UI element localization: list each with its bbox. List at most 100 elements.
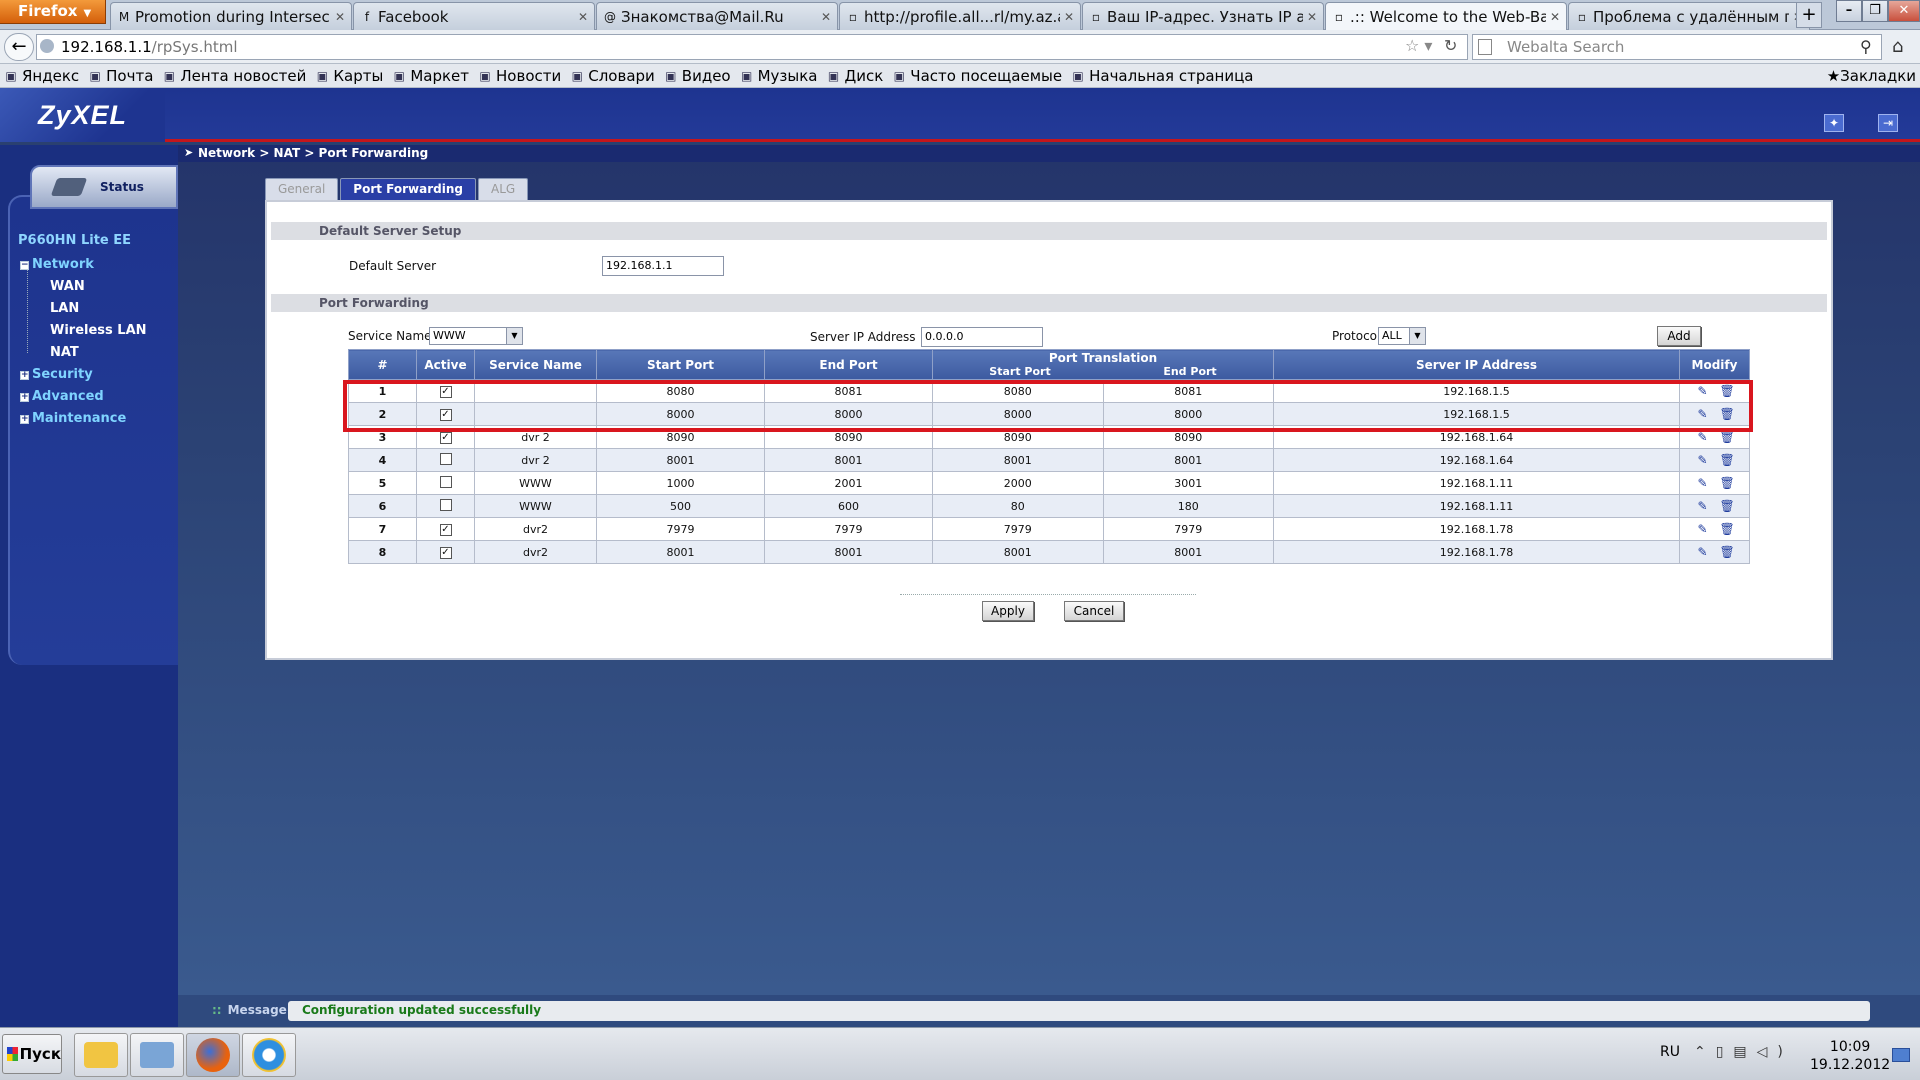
delete-icon[interactable]: 🗑 <box>1720 476 1735 490</box>
edit-icon[interactable]: ✎ <box>1696 476 1710 490</box>
edit-icon[interactable]: ✎ <box>1696 407 1710 421</box>
bookmark-item[interactable]: ▣ Лента новостей <box>162 67 307 85</box>
server-ip-input[interactable]: 0.0.0.0 <box>921 327 1043 347</box>
bookmark-item[interactable]: ▣ Часто посещаемые <box>892 67 1062 85</box>
active-checkbox[interactable]: ✓ <box>439 547 452 559</box>
browser-tab[interactable]: ▫ .:: Welcome to the Web-Base... ✕ <box>1325 2 1567 30</box>
search-input[interactable]: Webalta Search <box>1472 34 1882 60</box>
add-button[interactable]: Add <box>1657 326 1701 346</box>
active-checkbox[interactable]: ✓ <box>439 524 452 536</box>
active-checkbox[interactable]: ✓ <box>439 432 452 444</box>
sidebar-item-wan[interactable]: WAN <box>50 279 85 294</box>
close-tab-icon[interactable]: ✕ <box>335 10 345 24</box>
firefox-glyph <box>196 1038 230 1072</box>
sidebar-item-advanced[interactable]: + Advanced <box>20 389 104 404</box>
tab-port-forwarding[interactable]: Port Forwarding <box>340 178 476 200</box>
tab-general[interactable]: General <box>265 178 339 200</box>
home-icon[interactable]: ⌂ <box>1892 36 1903 57</box>
close-tab-icon[interactable]: ✕ <box>1550 10 1560 24</box>
browser-tab[interactable]: ▫ Ваш IP-адрес. Узнать IP адре... ✕ <box>1082 2 1324 30</box>
ie-icon[interactable] <box>242 1033 296 1077</box>
bookmark-item[interactable]: ▣ Маркет <box>392 67 469 85</box>
browser-tab[interactable]: f Facebook ✕ <box>353 2 595 30</box>
apply-button[interactable]: Apply <box>982 601 1034 621</box>
search-engine-icon[interactable] <box>1478 39 1492 55</box>
minimize-button[interactable]: – <box>1836 0 1862 22</box>
logout-icon[interactable]: ⇥ <box>1878 114 1898 132</box>
bookmark-item[interactable]: ▣ Яндекс <box>4 67 79 85</box>
delete-icon[interactable]: 🗑 <box>1720 499 1735 513</box>
bookmark-item[interactable]: ▣ Словари <box>570 67 655 85</box>
bookmark-item[interactable]: ▣ Карты <box>315 67 384 85</box>
new-tab-button[interactable]: + <box>1796 2 1822 28</box>
sidebar-item-nat[interactable]: NAT <box>50 345 79 360</box>
firefox-icon[interactable] <box>186 1033 240 1077</box>
delete-icon[interactable]: 🗑 <box>1720 522 1735 536</box>
start-button[interactable]: Пуск <box>2 1034 62 1074</box>
service-name-label: Service Name <box>348 329 432 343</box>
close-tab-icon[interactable]: ✕ <box>1064 10 1074 24</box>
close-tab-icon[interactable]: ✕ <box>821 10 831 24</box>
active-checkbox[interactable] <box>439 498 452 511</box>
sidebar-item-security[interactable]: + Security <box>20 367 93 382</box>
sidebar-item-wireless-lan[interactable]: Wireless LAN <box>50 323 147 338</box>
delete-icon[interactable]: 🗑 <box>1720 384 1735 398</box>
bookmark-item[interactable]: ▣ Новости <box>478 67 561 85</box>
address-bar[interactable]: 192.168.1.1/rpSys.html <box>36 34 1468 60</box>
active-checkbox[interactable] <box>439 475 452 488</box>
back-button[interactable]: ← <box>4 33 34 61</box>
edit-icon[interactable]: ✎ <box>1696 453 1710 467</box>
clock[interactable]: 10:09 19.12.2012 <box>1810 1038 1890 1074</box>
browser-tab[interactable]: ▫ http://profile.all...rl/my.az.all.biz/ ✕ <box>839 2 1081 30</box>
delete-icon[interactable]: 🗑 <box>1720 407 1735 421</box>
show-desktop-button[interactable] <box>1892 1048 1910 1062</box>
cancel-button[interactable]: Cancel <box>1064 601 1124 621</box>
tr-start-port-cell: 8080 <box>932 379 1104 403</box>
reload-icon[interactable]: ↻ <box>1444 36 1457 55</box>
bookmark-item[interactable]: ▣ Диск <box>827 67 883 85</box>
default-server-input[interactable]: 192.168.1.1 <box>602 256 724 276</box>
tab-title: Проблема с удалённым подкл... <box>1593 7 1789 26</box>
firefox-menu-button[interactable]: Firefox ▼ <box>0 0 106 24</box>
start-port-cell: 8080 <box>596 379 765 403</box>
browser-tab[interactable]: ▫Проблема с удалённым подкл...✕ <box>1568 2 1810 30</box>
bookmark-item[interactable]: ▣ Почта <box>88 67 153 85</box>
tray-icons[interactable]: ⌃▯▤◁) <box>1694 1044 1793 1060</box>
edit-icon[interactable]: ✎ <box>1696 545 1710 559</box>
protocol-select[interactable]: ALL ▼ <box>1378 327 1426 345</box>
sidebar-item-lan[interactable]: LAN <box>50 301 79 316</box>
close-window-button[interactable]: ✕ <box>1888 0 1920 22</box>
close-tab-icon[interactable]: ✕ <box>578 10 588 24</box>
delete-icon[interactable]: 🗑 <box>1720 430 1735 444</box>
bookmark-star-icon[interactable]: ☆ ▾ <box>1405 36 1432 55</box>
control-panel-icon[interactable] <box>130 1033 184 1077</box>
browser-tab[interactable]: M Promotion during Intersec Du... ✕ <box>110 2 352 30</box>
site-identity-icon[interactable] <box>40 39 54 53</box>
active-checkbox[interactable]: ✓ <box>439 386 452 398</box>
delete-icon[interactable]: 🗑 <box>1720 545 1735 559</box>
search-icon[interactable]: ⚲ <box>1860 37 1872 56</box>
active-checkbox[interactable] <box>439 452 452 465</box>
browser-tab[interactable]: @ Знакомства@Mail.Ru ✕ <box>596 2 838 30</box>
service-name-select[interactable]: WWW ▼ <box>429 327 523 345</box>
bookmark-item[interactable]: ▣ Музыка <box>740 67 818 85</box>
edit-icon[interactable]: ✎ <box>1696 499 1710 513</box>
delete-icon[interactable]: 🗑 <box>1720 453 1735 467</box>
status-tab[interactable]: Status <box>30 165 178 209</box>
edit-icon[interactable]: ✎ <box>1696 430 1710 444</box>
bookmarks-menu[interactable]: ★ Закладки <box>1827 67 1916 85</box>
explorer-icon[interactable] <box>74 1033 128 1077</box>
bookmark-item[interactable]: ▣ Видео <box>664 67 731 85</box>
close-tab-icon[interactable]: ✕ <box>1307 10 1317 24</box>
edit-icon[interactable]: ✎ <box>1696 522 1710 536</box>
tab-title: .:: Welcome to the Web-Base... <box>1350 7 1546 26</box>
language-indicator[interactable]: RU <box>1660 1044 1680 1060</box>
sidebar-item-network[interactable]: − Network <box>20 257 94 272</box>
sidebar-item-maintenance[interactable]: + Maintenance <box>20 411 126 426</box>
bookmark-item[interactable]: ▣ Начальная страница <box>1071 67 1253 85</box>
maximize-button[interactable]: ❐ <box>1862 0 1888 22</box>
active-checkbox[interactable]: ✓ <box>439 409 452 421</box>
wizard-icon[interactable]: ✦ <box>1824 114 1844 132</box>
tab-alg[interactable]: ALG <box>477 178 529 200</box>
edit-icon[interactable]: ✎ <box>1696 384 1710 398</box>
